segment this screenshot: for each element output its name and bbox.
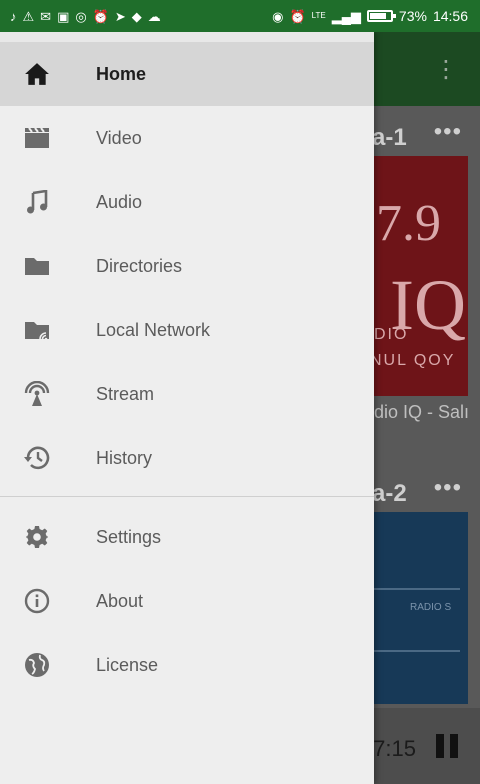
status-bar: ♪ ⚠ ✉ ▣ ◎ ⏰ ➤ ◆ ☁ ◉ ⏰ LTE ▂▄▆ 73% 14:56: [0, 0, 480, 32]
info-icon: [24, 588, 50, 614]
alarm-clock-icon: ⏰: [289, 8, 306, 24]
stream-icon: [24, 381, 50, 407]
pause-icon[interactable]: [436, 734, 458, 758]
drawer-item-stream[interactable]: Stream: [0, 362, 374, 426]
section-2-more-icon[interactable]: •••: [434, 474, 462, 502]
gear-icon: [24, 524, 50, 550]
section-title-2: a-2: [372, 480, 407, 507]
drawer-item-label: License: [96, 654, 159, 675]
drawer-item-settings[interactable]: Settings: [0, 505, 374, 569]
drawer-item-local-network[interactable]: Local Network: [0, 298, 374, 362]
battery-icon: [366, 10, 396, 22]
drawer-item-label: About: [96, 590, 144, 611]
section-title-1: a-1: [372, 124, 407, 151]
navigation-drawer: Home Video Audio Directories Local Netwo…: [0, 32, 374, 784]
network-type: LTE: [311, 11, 326, 20]
drawer-item-home[interactable]: Home: [0, 42, 374, 106]
hotspot-icon: ◉: [272, 8, 284, 24]
system-icons: ◉ ⏰ LTE ▂▄▆ 73% 14:56: [272, 8, 480, 24]
folder-icon: [24, 253, 50, 279]
drawer-item-video[interactable]: Video: [0, 106, 374, 170]
card-1-subtext: DIO: [374, 326, 409, 343]
battery-percent: 73%: [398, 8, 427, 24]
drawer-item-history[interactable]: History: [0, 426, 374, 490]
target-icon: ◎: [75, 8, 87, 24]
warning-icon: ⚠: [22, 8, 35, 24]
drawer-item-license[interactable]: License: [0, 633, 374, 697]
alarm-icon: ⏰: [92, 8, 109, 24]
drawer-header-space: [0, 32, 374, 42]
clock: 14:56: [432, 8, 468, 24]
notification-icons: ♪ ⚠ ✉ ▣ ◎ ⏰ ➤ ◆ ☁: [0, 10, 161, 23]
drawer-item-label: History: [96, 447, 153, 468]
drawer-item-label: Settings: [96, 526, 162, 547]
dropbox-icon: ◆: [131, 8, 142, 24]
drawer-item-directories[interactable]: Directories: [0, 234, 374, 298]
drawer-item-about[interactable]: About: [0, 569, 374, 633]
section-1-more-icon[interactable]: •••: [434, 118, 462, 146]
signal-icon: ▂▄▆: [331, 8, 361, 24]
cloud-icon: ☁: [147, 8, 161, 24]
drawer-item-label: Directories: [96, 255, 183, 276]
history-icon: [24, 445, 50, 471]
drawer-item-label: Local Network: [96, 319, 211, 340]
drawer-divider: [0, 496, 374, 497]
more-options-icon[interactable]: ⋮: [434, 58, 458, 82]
network-folder-icon: [24, 317, 50, 343]
media-card-1-caption: dio IQ - Salı: [374, 402, 470, 422]
music-note-icon: ♪: [10, 8, 17, 24]
music-note-icon: [24, 189, 50, 215]
video-icon: [24, 125, 50, 151]
card-1-subtext-2: NUL QOY: [370, 352, 456, 369]
drawer-item-label: Video: [96, 127, 142, 148]
drawer-item-audio[interactable]: Audio: [0, 170, 374, 234]
drawer-item-label: Home: [96, 63, 147, 84]
player-time: 7:15: [373, 736, 416, 761]
telegram-icon: ➤: [114, 8, 126, 24]
image-icon: ▣: [57, 8, 70, 24]
globe-icon: [24, 652, 50, 678]
drawer-item-label: Stream: [96, 383, 155, 404]
drawer-item-label: Audio: [96, 191, 143, 212]
mail-icon: ✉: [40, 8, 52, 24]
home-icon: [24, 61, 50, 87]
